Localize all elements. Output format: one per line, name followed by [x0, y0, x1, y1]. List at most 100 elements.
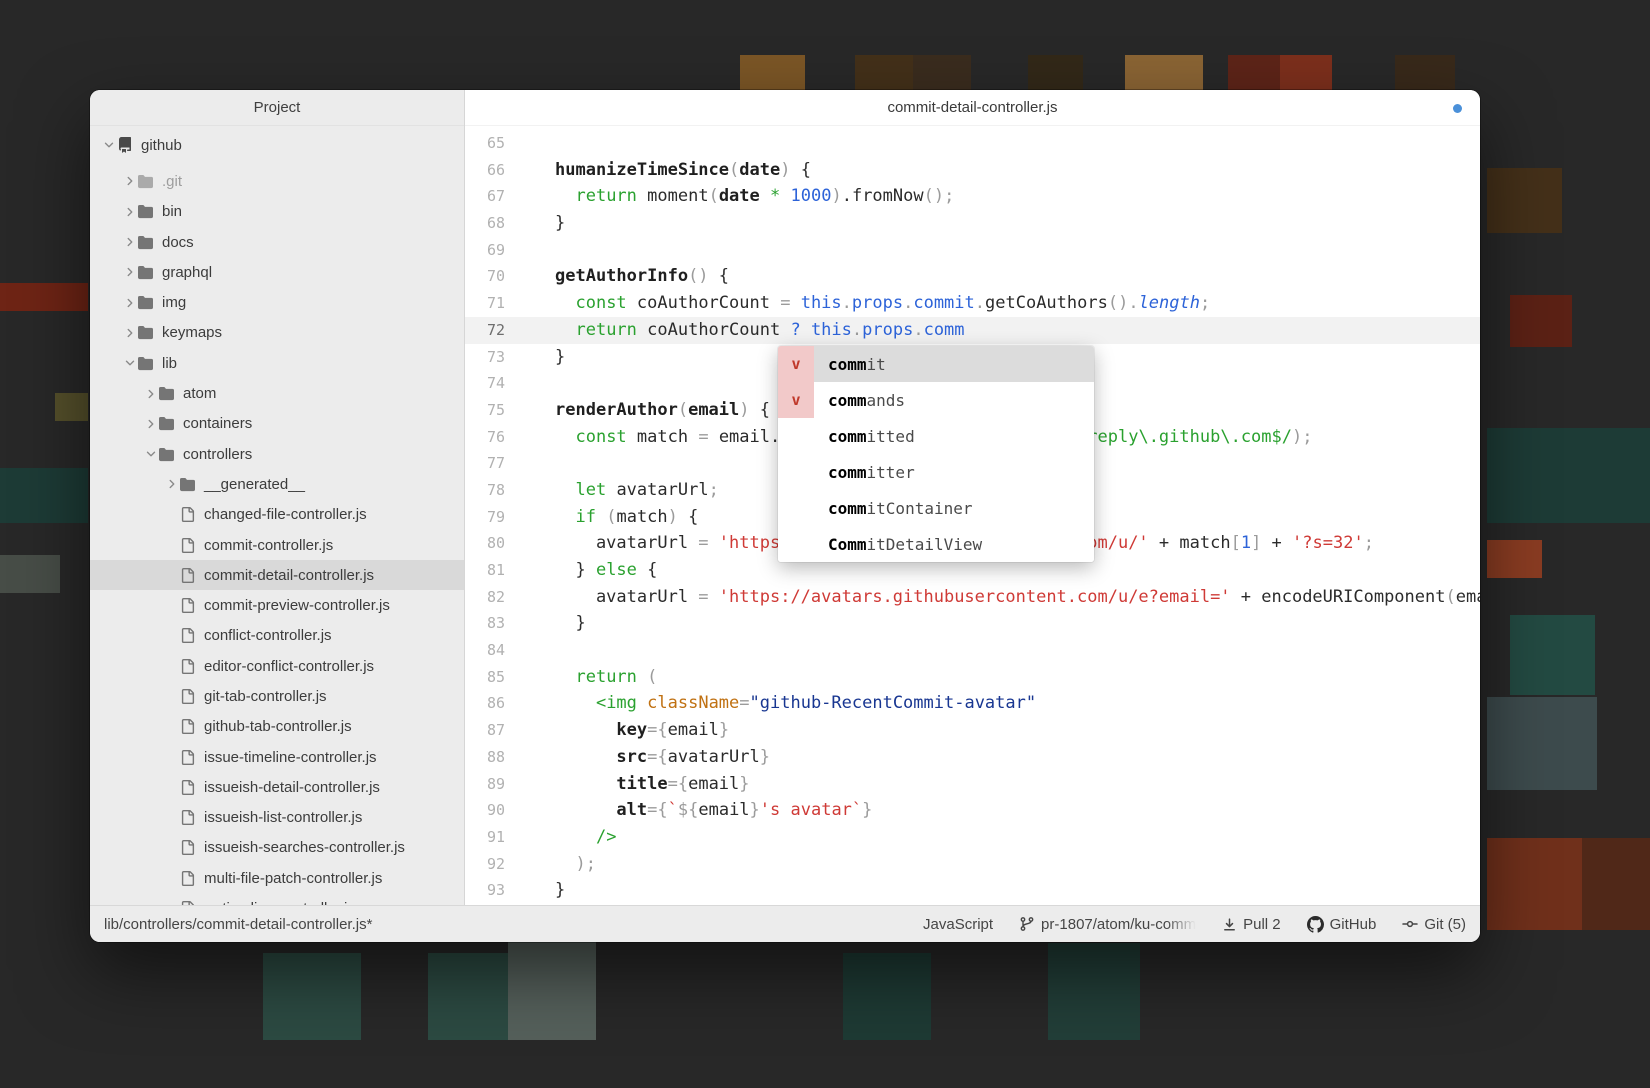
- code-line-71[interactable]: 71 const coAuthorCount = this.props.comm…: [465, 290, 1480, 317]
- code-line-86[interactable]: 86 <img className="github-RecentCommit-a…: [465, 690, 1480, 717]
- code-line-70[interactable]: 70getAuthorInfo() {: [465, 263, 1480, 290]
- code-line-72[interactable]: 72 return coAuthorCount ? this.props.com…: [465, 317, 1480, 344]
- tree-item-bin[interactable]: bin: [90, 197, 464, 227]
- tree-item-img[interactable]: img: [90, 287, 464, 317]
- code-line-90[interactable]: 90 alt={`${email}'s avatar`}: [465, 797, 1480, 824]
- autocomplete-item-committer[interactable]: committer: [778, 454, 1094, 490]
- background-tile: [1487, 428, 1650, 523]
- tree-item-issueish-searches-controller-js[interactable]: issueish-searches-controller.js: [90, 833, 464, 863]
- line-number: 90: [465, 797, 521, 824]
- tree-item-commit-preview-controller-js[interactable]: commit-preview-controller.js: [90, 590, 464, 620]
- tree-item-changed-file-controller-js[interactable]: changed-file-controller.js: [90, 500, 464, 530]
- tree-item-git-tab-controller-js[interactable]: git-tab-controller.js: [90, 681, 464, 711]
- line-number: 67: [465, 183, 521, 210]
- autocomplete-item-commitcontainer[interactable]: commitContainer: [778, 490, 1094, 526]
- chevron-right-icon[interactable]: [121, 205, 138, 219]
- code-text: <img className="github-RecentCommit-avat…: [521, 690, 1480, 717]
- tree-item-pr-timeline-controller-js[interactable]: pr-timeline-controller.js: [90, 893, 464, 905]
- chevron-down-icon[interactable]: [142, 447, 159, 461]
- autocomplete-item-commit[interactable]: vcommit: [778, 346, 1094, 382]
- status-pull[interactable]: Pull 2: [1222, 916, 1281, 933]
- line-number: 75: [465, 397, 521, 424]
- tree-item-git[interactable]: .git: [90, 166, 464, 196]
- tree-item-issue-timeline-controller-js[interactable]: issue-timeline-controller.js: [90, 742, 464, 772]
- background-tile: [1487, 540, 1542, 578]
- code-line-69[interactable]: 69: [465, 237, 1480, 264]
- tree-item-docs[interactable]: docs: [90, 227, 464, 257]
- code-line-83[interactable]: 83 }: [465, 610, 1480, 637]
- chevron-right-icon[interactable]: [121, 296, 138, 310]
- tree-item-label: docs: [161, 234, 194, 251]
- tree-item-editor-conflict-controller-js[interactable]: editor-conflict-controller.js: [90, 651, 464, 681]
- background-tile: [1487, 697, 1597, 790]
- file-icon: [180, 507, 203, 522]
- autocomplete-item-commands[interactable]: vcommands: [778, 382, 1094, 418]
- code-line-68[interactable]: 68}: [465, 210, 1480, 237]
- file-tree: github .gitbin docs graphql img keymapslibato…: [90, 126, 464, 905]
- chevron-down-icon[interactable]: [100, 138, 117, 152]
- tree-item-graphql[interactable]: graphql: [90, 257, 464, 287]
- tree-item-generated[interactable]: __generated__: [90, 469, 464, 499]
- tree-item-commit-controller-js[interactable]: commit-controller.js: [90, 530, 464, 560]
- code-line-66[interactable]: 66humanizeTimeSince(date) {: [465, 157, 1480, 184]
- background-tile: [55, 393, 88, 421]
- code-text: [521, 237, 1480, 264]
- code-line-88[interactable]: 88 src={avatarUrl}: [465, 744, 1480, 771]
- tree-item-controllers[interactable]: controllers: [90, 439, 464, 469]
- code-line-65[interactable]: 65: [465, 130, 1480, 157]
- code-text: src={avatarUrl}: [521, 744, 1480, 771]
- code-line-93[interactable]: 93}: [465, 877, 1480, 904]
- tree-item-atom[interactable]: atom: [90, 378, 464, 408]
- autocomplete-item-commitdetailview[interactable]: CommitDetailView: [778, 526, 1094, 562]
- tree-item-github[interactable]: github: [90, 130, 464, 160]
- code-line-89[interactable]: 89 title={email}: [465, 771, 1480, 798]
- tree-item-issueish-list-controller-js[interactable]: issueish-list-controller.js: [90, 803, 464, 833]
- background-tile: [0, 555, 60, 593]
- chevron-right-icon[interactable]: [163, 477, 180, 491]
- code-line-67[interactable]: 67 return moment(date * 1000).fromNow();: [465, 183, 1480, 210]
- atom-window: Project github.gitbindocsgraphqlimgkeyma…: [90, 90, 1480, 942]
- file-icon: [180, 719, 203, 734]
- code-line-92[interactable]: 92 );: [465, 851, 1480, 878]
- folder-icon: [159, 416, 182, 431]
- line-number: 78: [465, 477, 521, 504]
- code-text: alt={`${email}'s avatar`}: [521, 797, 1480, 824]
- status-github[interactable]: GitHub: [1307, 916, 1377, 933]
- tree-item-commit-detail-controller-js[interactable]: commit-detail-controller.js: [90, 560, 464, 590]
- status-git-label: Git (5): [1424, 916, 1466, 933]
- tree-item-label: img: [161, 294, 186, 311]
- chevron-right-icon[interactable]: [121, 326, 138, 340]
- code-text: }: [521, 877, 1480, 904]
- chevron-right-icon[interactable]: [121, 265, 138, 279]
- code-line-82[interactable]: 82 avatarUrl = 'https://avatars.githubus…: [465, 584, 1480, 611]
- chevron-down-icon[interactable]: [121, 356, 138, 370]
- status-language[interactable]: JavaScript: [923, 916, 993, 933]
- line-number: 80: [465, 530, 521, 557]
- folder-icon: [138, 204, 161, 219]
- status-branch[interactable]: pr-1807/atom/ku-comm: [1019, 916, 1196, 933]
- code-line-85[interactable]: 85 return (: [465, 664, 1480, 691]
- tree-item-issueish-detail-controller-js[interactable]: issueish-detail-controller.js: [90, 772, 464, 802]
- tree-item-lib[interactable]: lib: [90, 348, 464, 378]
- modified-indicator-dot: [1453, 104, 1462, 113]
- code-line-91[interactable]: 91 />: [465, 824, 1480, 851]
- tree-item-label: commit-controller.js: [203, 537, 333, 554]
- chevron-right-icon[interactable]: [121, 174, 138, 188]
- editor-title: commit-detail-controller.js: [887, 99, 1057, 116]
- tree-item-keymaps[interactable]: keymaps: [90, 318, 464, 348]
- code-line-87[interactable]: 87 key={email}: [465, 717, 1480, 744]
- background-tile: [1582, 838, 1650, 930]
- line-number: 70: [465, 263, 521, 290]
- status-git[interactable]: Git (5): [1402, 916, 1466, 933]
- git-commit-icon: [1402, 916, 1418, 932]
- tree-item-github-tab-controller-js[interactable]: github-tab-controller.js: [90, 712, 464, 742]
- background-tile: [0, 283, 88, 311]
- chevron-right-icon[interactable]: [121, 235, 138, 249]
- tree-item-conflict-controller-js[interactable]: conflict-controller.js: [90, 621, 464, 651]
- chevron-right-icon[interactable]: [142, 387, 159, 401]
- tree-item-containers[interactable]: containers: [90, 409, 464, 439]
- tree-item-multi-file-patch-controller-js[interactable]: multi-file-patch-controller.js: [90, 863, 464, 893]
- chevron-right-icon[interactable]: [142, 417, 159, 431]
- autocomplete-item-committed[interactable]: committed: [778, 418, 1094, 454]
- code-line-84[interactable]: 84: [465, 637, 1480, 664]
